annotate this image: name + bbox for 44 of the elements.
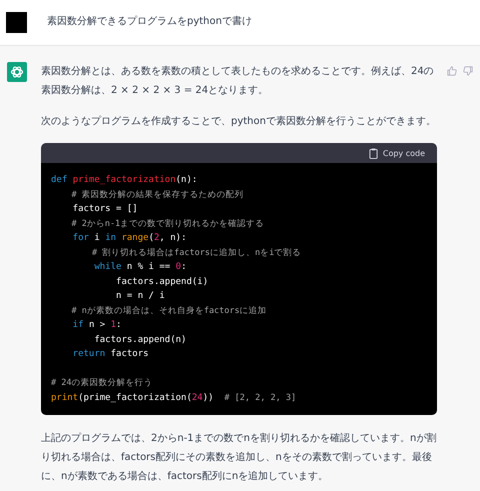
assistant-logo-icon: [7, 62, 27, 82]
code-token: factors: [110, 349, 149, 359]
clipboard-icon: [368, 148, 378, 158]
code-token: 24: [192, 392, 203, 402]
code-token: (prime_factorization(: [78, 392, 192, 402]
code-token: :: [116, 320, 122, 330]
code-token: factors.append(n): [93, 334, 186, 344]
code-token: in: [105, 233, 118, 243]
code-token: for: [72, 233, 90, 243]
code-token: (n):: [176, 175, 198, 185]
code-token: , n):: [159, 233, 186, 243]
user-avatar: [6, 12, 27, 33]
code-token: # 割り切れる場合はfactorsに追加し、nをiで割る: [90, 248, 302, 258]
code-token: n >: [88, 320, 106, 330]
answer-paragraph: 次のようなプログラムを作成することで、pythonで素因数分解を行うことができます。: [41, 114, 437, 129]
code-token: def: [51, 175, 68, 185]
thumbs-up-icon[interactable]: [447, 66, 457, 76]
code-token: 1: [110, 320, 116, 330]
code-token: 0: [176, 262, 182, 272]
code-token: # 24の素因数分解を行う: [51, 378, 152, 388]
code-token: if: [72, 320, 85, 330]
code-token: (: [148, 233, 154, 243]
code-token: return: [72, 349, 106, 359]
code-token: # nが素数の場合は、それ自身をfactorsに追加: [70, 306, 267, 316]
user-message: 素因数分解できるプログラムをpythonで書け: [47, 14, 252, 29]
code-token: factors = []: [72, 204, 138, 214]
code-token: :: [181, 262, 186, 272]
code-token: print: [51, 392, 78, 402]
code-token: n = n / i: [115, 291, 165, 301]
code-token: prime_factorization: [72, 175, 176, 185]
code-token: range: [121, 233, 149, 243]
code-token: i: [94, 233, 101, 243]
answer-paragraph: 素因数分解とは、ある数を素数の積として表したものを求めることです。例えば、24の素因数分解は、2 × 2 × 2 × 3 = 24となります。: [41, 64, 435, 98]
code-token: )): [202, 392, 215, 402]
code-token: 2: [154, 233, 160, 243]
thumbs-down-icon[interactable]: [463, 66, 473, 76]
code-token: # [2, 2, 2, 3]: [224, 392, 296, 402]
code-token: while: [93, 262, 122, 272]
answer-paragraph: 上記のプログラムでは、2からn-1までの数でnを割り切れるかを確認しています。nが割り切れる場合は、factors配列にその素数を追加し、nをその素数で割っています。最後に、nが素数である場合は、factors配列にnを追加しています。: [41, 432, 437, 484]
code-token: # 2からn-1までの数で割り切れるかを確認する: [70, 218, 264, 228]
code-token: n % i ==: [126, 262, 172, 272]
copy-code-button[interactable]: Copy code: [366, 146, 427, 160]
code-token: # 素因数分解の結果を保存するための配列: [70, 190, 244, 200]
code-token: factors.append(i): [115, 276, 208, 286]
